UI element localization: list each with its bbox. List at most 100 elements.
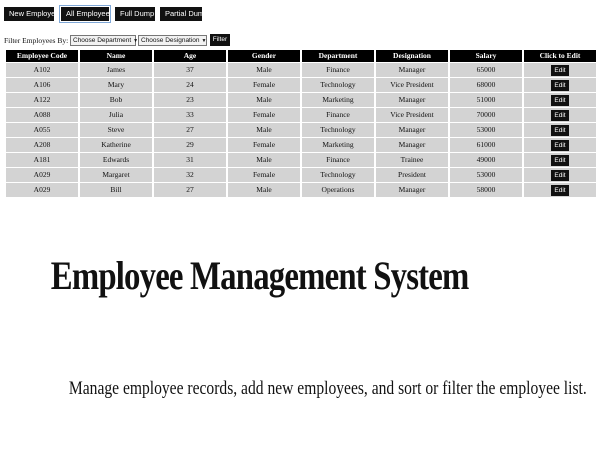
cell-employee-code: A208 [6, 138, 78, 152]
cell-gender: Female [228, 138, 300, 152]
column-header: Department [302, 50, 374, 62]
cell-designation: Trainee [376, 153, 448, 167]
edit-button[interactable]: Edit [551, 94, 569, 106]
cell-age: 33 [154, 108, 226, 122]
column-header: Designation [376, 50, 448, 62]
cell-age: 27 [154, 123, 226, 137]
cell-designation: Vice President [376, 108, 448, 122]
edit-button[interactable]: Edit [551, 79, 569, 91]
edit-button[interactable]: Edit [551, 169, 569, 181]
page: New Employee All Employees Full Dump Par… [0, 0, 600, 450]
edit-button[interactable]: Edit [551, 109, 569, 121]
column-header: Click to Edit [524, 50, 596, 62]
employee-table-container: Employee Code Name Age Gender Department Desi… [4, 49, 596, 198]
cell-designation: Manager [376, 63, 448, 77]
all-employees-button[interactable]: All Employees [59, 5, 114, 23]
cell-gender: Female [228, 108, 300, 122]
cell-gender: Female [228, 78, 300, 92]
new-employee-button[interactable]: New Employee [4, 7, 59, 21]
cell-salary: 53000 [450, 168, 522, 182]
cell-name: Bill [80, 183, 152, 197]
cell-name: Edwards [80, 153, 152, 167]
department-select-value: Choose Department [73, 37, 132, 44]
cell-name: Mary [80, 78, 152, 92]
cell-department: Technology [302, 123, 374, 137]
cell-edit: Edit [524, 63, 596, 77]
cell-edit: Edit [524, 138, 596, 152]
cell-age: 27 [154, 183, 226, 197]
edit-button[interactable]: Edit [551, 64, 569, 76]
cell-employee-code: A029 [6, 183, 78, 197]
cell-salary: 65000 [450, 63, 522, 77]
column-header: Gender [228, 50, 300, 62]
table-row: A181 Edwards 31 Male Finance Trainee 49000 Edit [6, 153, 596, 167]
cell-age: 32 [154, 168, 226, 182]
cell-gender: Male [228, 93, 300, 107]
cell-department: Operations [302, 183, 374, 197]
cell-designation: President [376, 168, 448, 182]
table-row: A102 James 37 Male Finance Manager 65000 Edit [6, 63, 596, 77]
table-row: A088 Julia 33 Female Finance Vice President 70… [6, 108, 596, 122]
table-row: A106 Mary 24 Female Technology Vice President… [6, 78, 596, 92]
cell-name: Julia [80, 108, 152, 122]
designation-select[interactable]: Choose Designation ▼ [138, 35, 207, 46]
cell-age: 23 [154, 93, 226, 107]
cell-age: 24 [154, 78, 226, 92]
full-dump-button[interactable]: Full Dump [115, 7, 155, 21]
column-header: Name [80, 50, 152, 62]
cell-salary: 70000 [450, 108, 522, 122]
edit-button[interactable]: Edit [551, 154, 569, 166]
cell-gender: Male [228, 153, 300, 167]
edit-button[interactable]: Edit [551, 139, 569, 151]
cell-salary: 51000 [450, 93, 522, 107]
cell-department: Marketing [302, 93, 374, 107]
table-header: Employee Code Name Age Gender Department Desi… [6, 50, 596, 62]
edit-button[interactable]: Edit [551, 124, 569, 136]
cell-employee-code: A122 [6, 93, 78, 107]
table-row: A122 Bob 23 Male Marketing Manager 51000 Edit [6, 93, 596, 107]
cell-edit: Edit [524, 168, 596, 182]
edit-button[interactable]: Edit [551, 184, 569, 196]
cell-salary: 61000 [450, 138, 522, 152]
cell-designation: Manager [376, 183, 448, 197]
cell-designation: Manager [376, 123, 448, 137]
cell-designation: Vice President [376, 78, 448, 92]
page-subtitle: Manage employee records, add new employe… [68, 378, 587, 399]
filter-button[interactable]: Filter [210, 34, 230, 46]
employee-table: Employee Code Name Age Gender Department Desi… [4, 49, 598, 198]
cell-department: Finance [302, 153, 374, 167]
table-row: A208 Katherine 29 Female Marketing Manager 610… [6, 138, 596, 152]
table-row: A055 Steve 27 Male Technology Manager 53000 Edi… [6, 123, 596, 137]
cell-department: Technology [302, 78, 374, 92]
cell-name: Katherine [80, 138, 152, 152]
cell-salary: 68000 [450, 78, 522, 92]
cell-gender: Male [228, 63, 300, 77]
cell-employee-code: A029 [6, 168, 78, 182]
table-row: A029 Margaret 32 Female Technology President 5… [6, 168, 596, 182]
caret-down-icon: ▼ [201, 38, 207, 44]
designation-select-value: Choose Designation [141, 37, 200, 44]
cell-name: Margaret [80, 168, 152, 182]
cell-department: Marketing [302, 138, 374, 152]
cell-edit: Edit [524, 93, 596, 107]
partial-dump-button[interactable]: Partial Dump [160, 7, 208, 21]
cell-employee-code: A106 [6, 78, 78, 92]
cell-name: James [80, 63, 152, 77]
cell-edit: Edit [524, 123, 596, 137]
department-select[interactable]: Choose Department ▼ [70, 35, 138, 46]
cell-gender: Male [228, 183, 300, 197]
cell-salary: 53000 [450, 123, 522, 137]
cell-name: Bob [80, 93, 152, 107]
cell-age: 37 [154, 63, 226, 77]
cell-salary: 58000 [450, 183, 522, 197]
cell-department: Finance [302, 108, 374, 122]
cell-edit: Edit [524, 153, 596, 167]
cell-designation: Manager [376, 93, 448, 107]
column-header: Employee Code [6, 50, 78, 62]
table-header-row: Employee Code Name Age Gender Department Desi… [6, 50, 596, 62]
cell-employee-code: A102 [6, 63, 78, 77]
column-header: Age [154, 50, 226, 62]
page-title: Employee Management System [50, 253, 470, 298]
cell-edit: Edit [524, 183, 596, 197]
cell-edit: Edit [524, 78, 596, 92]
